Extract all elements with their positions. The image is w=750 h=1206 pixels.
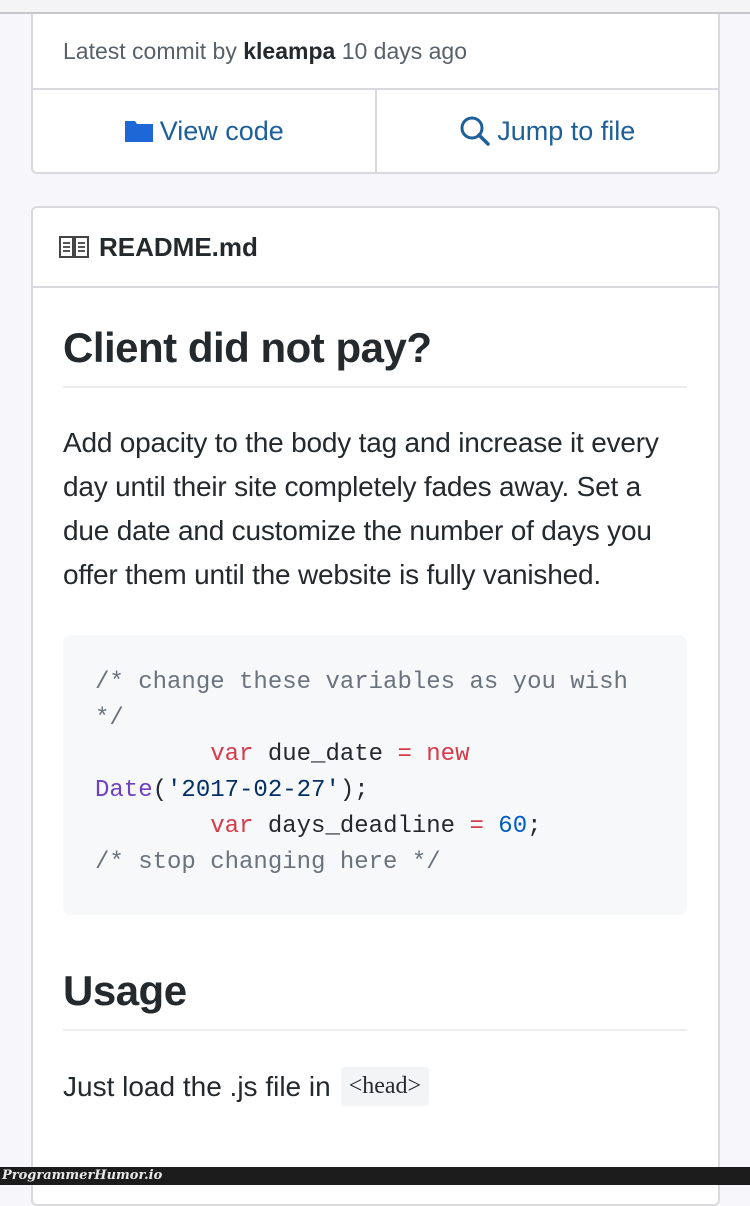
latest-commit: Latest commit by kleampa 10 days ago — [33, 14, 718, 90]
readme-title: Client did not pay? — [63, 288, 687, 388]
view-code-button[interactable]: View code — [33, 90, 375, 172]
view-code-label: View code — [159, 115, 284, 146]
readme-box: README.md Client did not pay? Add opacit… — [31, 206, 720, 1206]
code-keyword: var — [210, 741, 254, 768]
book-icon — [59, 236, 89, 258]
jump-to-file-label: Jump to file — [497, 115, 636, 146]
code-keyword-new: new — [426, 741, 470, 768]
readme-header: README.md — [33, 208, 718, 288]
usage-text: Just load the .js file in — [63, 1070, 331, 1102]
watermark: ProgrammerHumor.io — [0, 1167, 750, 1185]
inline-code-head: <head> — [340, 1067, 430, 1106]
code-number: 60 — [498, 813, 528, 840]
commit-author[interactable]: kleampa — [243, 38, 335, 64]
usage-paragraph: Just load the .js file in <head> — [63, 1067, 687, 1106]
code-operator: = — [397, 741, 412, 768]
usage-heading: Usage — [63, 967, 687, 1031]
commit-time: 10 days ago — [341, 38, 468, 64]
browser-top-bar — [0, 0, 750, 14]
commit-prefix: Latest commit by — [63, 38, 237, 64]
code-comment-start: /* change these variables as you wish */ — [95, 669, 643, 732]
code-comment-end: /* stop changing here */ — [95, 849, 441, 876]
jump-to-file-button[interactable]: Jump to file — [374, 90, 719, 172]
code-function: Date — [95, 777, 153, 804]
readme-body: Client did not pay? Add opacity to the b… — [33, 288, 718, 1106]
search-icon — [459, 115, 491, 147]
code-block: /* change these variables as you wish */… — [63, 635, 687, 915]
code-identifier: days_deadline — [267, 813, 456, 840]
commit-box: Latest commit by kleampa 10 days ago Vie… — [31, 14, 720, 174]
code-identifier: due_date — [267, 741, 384, 768]
repo-actions: View code Jump to file — [33, 90, 718, 172]
readme-filename[interactable]: README.md — [99, 232, 258, 263]
readme-description: Add opacity to the body tag and increase… — [63, 427, 659, 590]
folder-icon — [124, 119, 154, 143]
code-operator: = — [469, 813, 484, 840]
code-string: '2017-02-27' — [167, 777, 340, 804]
code-keyword: var — [210, 813, 254, 840]
